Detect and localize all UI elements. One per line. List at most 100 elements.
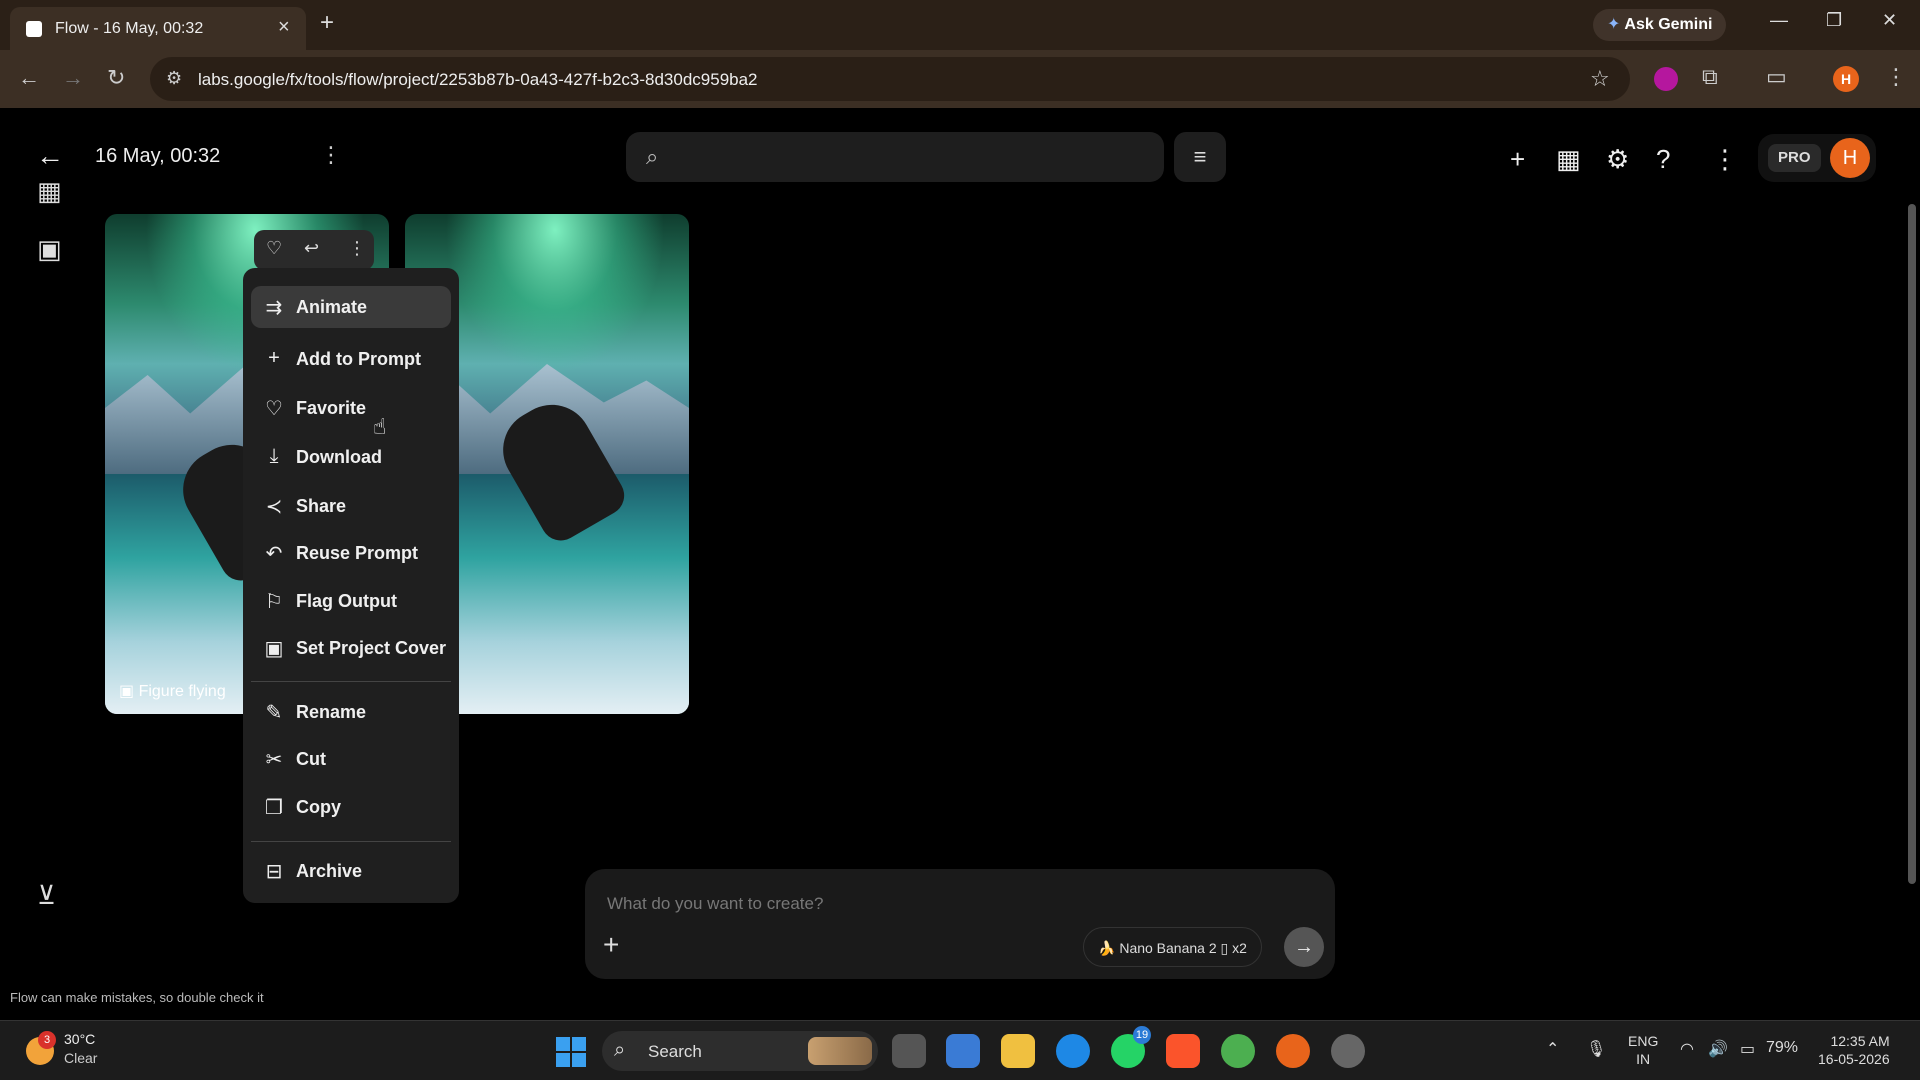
- prompt-composer: + 🍌 Nano Banana 2 ▯ x2 →: [585, 869, 1335, 979]
- reload-icon[interactable]: ↻: [107, 65, 125, 91]
- chrome-profile-icon[interactable]: [1276, 1034, 1310, 1068]
- menu-item-set-project-cover[interactable]: ▣ Set Project Cover: [251, 627, 451, 669]
- menu-divider: [251, 681, 451, 682]
- arrow-right-icon: →: [1294, 936, 1314, 958]
- extension-shield-icon[interactable]: [1654, 67, 1678, 91]
- scenebuilder-film-icon[interactable]: ▦: [1556, 144, 1581, 175]
- ask-gemini-button[interactable]: ✦ Ask Gemini: [1593, 9, 1727, 41]
- address-bar[interactable]: ⚙ labs.google/fx/tools/flow/project/2253…: [150, 57, 1630, 101]
- back-icon[interactable]: ←: [18, 65, 40, 91]
- store-icon[interactable]: [946, 1034, 980, 1068]
- windows-start-icon[interactable]: [556, 1037, 586, 1067]
- help-icon[interactable]: ?: [1656, 144, 1670, 175]
- battery-icon[interactable]: ▭: [1740, 1039, 1755, 1059]
- extensions-puzzle-icon[interactable]: ⧉: [1702, 64, 1718, 90]
- account-pill[interactable]: PRO H: [1758, 134, 1876, 182]
- settings-gear-icon[interactable]: ⚙: [1606, 144, 1629, 175]
- volume-icon[interactable]: 🔊: [1708, 1039, 1728, 1059]
- close-tab-icon[interactable]: ×: [278, 16, 290, 39]
- site-info-icon[interactable]: ⚙: [166, 68, 182, 89]
- file-explorer-icon[interactable]: [1001, 1034, 1035, 1068]
- menu-item-label: Favorite: [296, 398, 367, 418]
- browser-profile-avatar[interactable]: H: [1833, 66, 1859, 92]
- task-view-icon[interactable]: [892, 1034, 926, 1068]
- add-icon[interactable]: +: [1510, 144, 1525, 175]
- aurora-image-area: [445, 214, 665, 374]
- menu-item-copy[interactable]: ❐ Copy: [251, 786, 451, 828]
- clock-time: 12:35 AM: [1830, 1033, 1890, 1049]
- forward-icon[interactable]: →: [62, 65, 84, 91]
- menu-item-label: Share: [296, 496, 347, 516]
- brave-icon[interactable]: [1166, 1034, 1200, 1068]
- browser-toolbar: ← → ↻ ⚙ labs.google/fx/tools/flow/projec…: [0, 50, 1920, 108]
- filter-button[interactable]: ≡: [1174, 132, 1226, 182]
- project-back-icon[interactable]: ←: [36, 140, 64, 172]
- browser-tab-bar: Flow - 16 May, 00:32 × + ✦ Ask Gemini — ❐…: [0, 0, 1920, 50]
- weather-condition: Clear: [64, 1050, 98, 1066]
- more-options-icon[interactable]: ⋮: [1712, 144, 1738, 175]
- add-asset-icon[interactable]: +: [603, 929, 619, 961]
- wifi-icon[interactable]: ◠: [1680, 1039, 1694, 1059]
- menu-item-label: Add to Prompt: [296, 349, 421, 369]
- asset-search-input[interactable]: ⌕: [626, 132, 1164, 182]
- model-selector[interactable]: 🍌 Nano Banana 2 ▯ x2: [1083, 927, 1262, 967]
- new-tab-icon[interactable]: +: [320, 9, 334, 37]
- search-highlight-image: [808, 1037, 872, 1065]
- menu-item-add-to-prompt[interactable]: + Add to Prompt: [251, 338, 451, 380]
- reuse-prompt-icon[interactable]: ↩: [304, 238, 319, 259]
- page-scrollbar[interactable]: [1908, 204, 1916, 884]
- project-menu-icon[interactable]: ⋮: [320, 142, 342, 168]
- menu-item-favorite[interactable]: ♡ Favorite: [251, 387, 451, 429]
- language-indicator[interactable]: ENG IN: [1628, 1032, 1658, 1068]
- whatsapp-icon[interactable]: 19: [1111, 1026, 1151, 1068]
- show-hidden-icons-icon[interactable]: ⌃: [1546, 1039, 1559, 1059]
- context-menu: ⇉ Animate + Add to Prompt ♡ Favorite ⤓ Downl…: [243, 268, 459, 903]
- menu-item-animate[interactable]: ⇉ Animate: [251, 286, 451, 328]
- send-button[interactable]: →: [1284, 927, 1324, 967]
- scissors-icon: ✂: [265, 749, 283, 771]
- window-close-icon[interactable]: ✕: [1882, 10, 1897, 31]
- grid-view-icon[interactable]: ▦: [37, 176, 62, 207]
- flag-icon: ⚐: [265, 591, 283, 613]
- menu-item-share[interactable]: ≺ Share: [251, 485, 451, 527]
- images-view-icon[interactable]: ▣: [37, 234, 62, 265]
- menu-item-reuse-prompt[interactable]: ↶ Reuse Prompt: [251, 532, 451, 574]
- microphone-icon[interactable]: 🎙: [1586, 1039, 1606, 1059]
- region-code: IN: [1636, 1051, 1651, 1067]
- card-more-icon[interactable]: ⋮: [348, 238, 366, 259]
- flow-favicon-icon: [26, 21, 42, 37]
- ask-gemini-label: Ask Gemini: [1624, 16, 1713, 33]
- browser-menu-icon[interactable]: ⋮: [1885, 64, 1907, 90]
- minimize-icon[interactable]: —: [1770, 10, 1788, 31]
- menu-item-flag-output[interactable]: ⚐ Flag Output: [251, 580, 451, 622]
- app-icon[interactable]: [1331, 1034, 1365, 1068]
- restore-icon[interactable]: ❐: [1826, 10, 1842, 31]
- edge-icon[interactable]: [1056, 1034, 1090, 1068]
- tab-title: Flow - 16 May, 00:32: [55, 20, 204, 37]
- download-icon: ⤓: [269, 445, 279, 467]
- plus-icon: +: [268, 347, 280, 369]
- clock-date: 16-05-2026: [1818, 1051, 1890, 1067]
- language-code: ENG: [1628, 1033, 1659, 1049]
- menu-item-rename[interactable]: ✎ Rename: [251, 691, 451, 733]
- system-clock[interactable]: 12:35 AM 16-05-2026: [1818, 1032, 1890, 1068]
- card-action-bar: ♡ ↩ ⋮: [254, 230, 374, 270]
- browser-tab[interactable]: Flow - 16 May, 00:32 ×: [10, 7, 306, 50]
- favorite-heart-icon[interactable]: ♡: [266, 238, 282, 259]
- cast-icon[interactable]: ▭: [1766, 64, 1787, 90]
- menu-item-label: Animate: [296, 297, 368, 317]
- menu-item-archive[interactable]: ⊟ Archive: [251, 850, 451, 892]
- taskbar-search[interactable]: ⌕ Search: [602, 1031, 878, 1071]
- user-avatar[interactable]: H: [1830, 138, 1870, 178]
- prompt-input[interactable]: [607, 889, 1207, 919]
- menu-item-cut[interactable]: ✂ Cut: [251, 738, 451, 780]
- chrome-icon[interactable]: [1221, 1034, 1255, 1068]
- url-text: labs.google/fx/tools/flow/project/2253b8…: [198, 70, 758, 89]
- banana-icon: 🍌: [1098, 940, 1120, 956]
- copy-icon: ❐: [265, 797, 283, 819]
- model-name: Nano Banana 2: [1119, 940, 1217, 956]
- archive-tray-icon[interactable]: ⊻: [37, 880, 56, 911]
- whatsapp-badge: 19: [1133, 1026, 1151, 1044]
- menu-item-download[interactable]: ⤓ Download: [251, 436, 451, 478]
- bookmark-star-icon[interactable]: ☆: [1590, 66, 1610, 92]
